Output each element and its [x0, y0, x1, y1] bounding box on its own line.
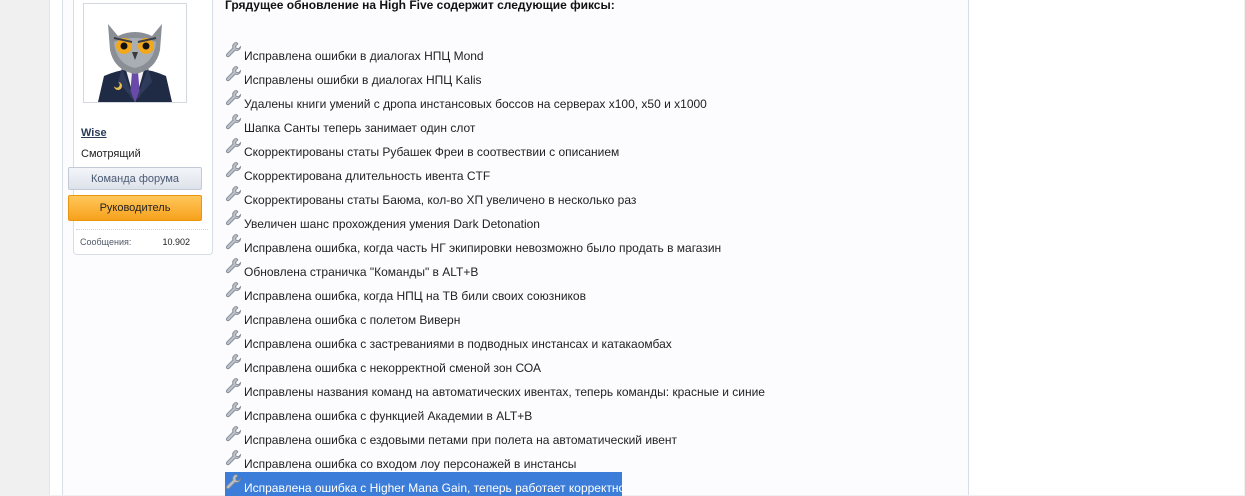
wrench-icon: [225, 209, 243, 227]
fix-item: Исправлена ошибка с застреваниями в подв…: [225, 328, 765, 352]
fix-item: Исправлена ошибка с функцией Академии в …: [225, 400, 765, 424]
fix-item: Исправлена ошибка с ездовыми петами при …: [225, 424, 765, 448]
fix-item: Исправлена ошибка с Higher Mana Gain, те…: [225, 472, 626, 496]
fix-item: Увеличен шанс прохождения умения Dark De…: [225, 208, 765, 232]
fix-text: Исправлена ошибка, когда часть НГ экипир…: [244, 241, 722, 255]
fix-text: Исправлена ошибка с функцией Академии в …: [244, 409, 533, 423]
fix-item: Скорректирована длительность ивента CTF: [225, 160, 765, 184]
fix-item: Скорректированы статы Рубашек Фреи в соо…: [225, 136, 765, 160]
wrench-icon: [225, 305, 243, 323]
username-link[interactable]: Wise: [81, 127, 107, 139]
avatar[interactable]: [83, 3, 187, 103]
fix-text: Исправлена ошибки в диалогах НПЦ Mond: [244, 49, 484, 63]
wrench-icon: [225, 89, 243, 107]
post-heading: Грядущее обновление на High Five содержи…: [225, 0, 615, 12]
wrench-icon: [225, 425, 243, 443]
fix-item: Исправлена ошибка, когда часть НГ экипир…: [225, 232, 765, 256]
wrench-icon: [225, 257, 243, 275]
wrench-icon: [225, 449, 243, 467]
fix-text: Исправлена ошибка с застреваниями в подв…: [244, 337, 672, 351]
fix-text: Скорректирована длительность ивента CTF: [244, 169, 491, 183]
fix-item: Исправлена ошибка с полетом Виверн: [225, 304, 765, 328]
fix-text: Увеличен шанс прохождения умения Dark De…: [244, 217, 540, 231]
wrench-icon: [225, 113, 243, 131]
wrench-icon: [225, 377, 243, 395]
user-title: Смотрящий: [81, 148, 141, 160]
wrench-icon: [225, 161, 243, 179]
messages-label: Сообщения:: [80, 237, 132, 247]
wrench-icon: [225, 185, 243, 203]
fix-text: Исправлена ошибка с Higher Mana Gain, те…: [244, 481, 626, 495]
fix-item: Исправлена ошибки в диалогах НПЦ Mond: [225, 40, 765, 64]
fix-item: Исправлена ошибка с некорректной сменой …: [225, 352, 765, 376]
fix-text: Шапка Санты теперь занимает один слот: [244, 121, 476, 135]
fix-text: Удалены книги умений с дропа инстансовых…: [244, 97, 707, 111]
wrench-icon: [225, 473, 243, 491]
wrench-icon: [225, 329, 243, 347]
wrench-icon: [225, 137, 243, 155]
fix-text: Исправлена ошибка с ездовыми петами при …: [244, 433, 678, 447]
wrench-icon: [225, 233, 243, 251]
fix-item: Обновлена страничка "Команды" в ALT+B: [225, 256, 765, 280]
fix-item: Скорректированы статы Баюма, кол-во ХП у…: [225, 184, 765, 208]
fix-text: Исправлены ошибки в диалогах НПЦ Kalis: [244, 73, 482, 87]
wrench-icon: [225, 353, 243, 371]
wrench-icon: [225, 41, 243, 59]
fix-list: Исправлена ошибки в диалогах НПЦ Mond Исп…: [225, 40, 765, 496]
fix-text: Исправлена ошибка со входом лоу персонаж…: [244, 457, 577, 471]
messages-count: 10.902: [162, 237, 190, 247]
owl-avatar-icon: [84, 4, 186, 102]
fix-text: Обновлена страничка "Команды" в ALT+B: [244, 265, 479, 279]
wrench-icon: [225, 281, 243, 299]
wrench-icon: [225, 401, 243, 419]
fix-text: Исправлена ошибка, когда НПЦ на ТВ били …: [244, 289, 586, 303]
wrench-icon: [225, 65, 243, 83]
fix-item: Исправлены ошибки в диалогах НПЦ Kalis: [225, 64, 765, 88]
fix-text: Исправлены названия команд на автоматиче…: [244, 385, 765, 399]
fix-item: Исправлена ошибка со входом лоу персонаж…: [225, 448, 765, 472]
forum-page: Wise Смотрящий Команда форума Руководите…: [0, 0, 1245, 496]
stats-divider: [76, 229, 208, 230]
badge-role-leader: Руководитель: [68, 195, 202, 221]
badge-forum-team: Команда форума: [68, 167, 202, 190]
fix-item: Удалены книги умений с дропа инстансовых…: [225, 88, 765, 112]
fix-item: Исправлены названия команд на автоматиче…: [225, 376, 765, 400]
fix-text: Скорректированы статы Баюма, кол-во ХП у…: [244, 193, 637, 207]
fix-text: Исправлена ошибка с полетом Виверн: [244, 313, 461, 327]
fix-text: Исправлена ошибка с некорректной сменой …: [244, 361, 541, 375]
fix-text: Скорректированы статы Рубашек Фреи в соо…: [244, 145, 620, 159]
fix-item: Исправлена ошибка, когда НПЦ на ТВ били …: [225, 280, 765, 304]
fix-item: Шапка Санты теперь занимает один слот: [225, 112, 765, 136]
